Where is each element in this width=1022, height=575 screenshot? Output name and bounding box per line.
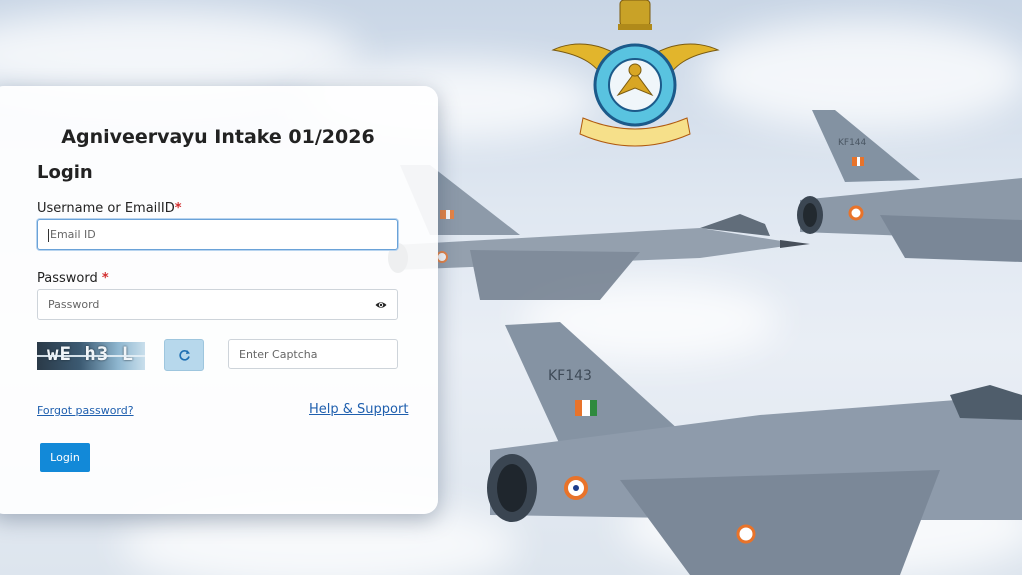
username-label-text: Username or EmailID	[37, 201, 175, 216]
captcha-input[interactable]: Enter Captcha	[228, 339, 398, 369]
jet-middle	[388, 165, 810, 300]
jet-marking-kf144: KF144	[838, 138, 867, 148]
password-placeholder: Password	[48, 298, 100, 311]
jet-bottom: KF143	[487, 322, 1022, 575]
password-label-text: Password	[37, 271, 98, 286]
login-button[interactable]: Login	[40, 443, 90, 472]
username-label: Username or EmailID*	[37, 201, 182, 216]
captcha-image: wE h3 L	[37, 342, 145, 370]
iaf-emblem	[548, 0, 723, 160]
username-input[interactable]: Email ID	[37, 219, 398, 250]
eye-icon[interactable]	[375, 299, 387, 311]
password-input[interactable]: Password	[37, 289, 398, 320]
text-caret	[48, 228, 49, 242]
login-heading: Login	[37, 162, 93, 183]
password-label: Password *	[37, 271, 109, 286]
required-asterisk: *	[101, 271, 109, 286]
captcha-placeholder: Enter Captcha	[239, 348, 318, 361]
jet-marking-kf143: KF143	[548, 368, 592, 384]
refresh-captcha-button[interactable]	[164, 339, 204, 371]
captcha-text: wE h3 L	[47, 343, 135, 365]
forgot-password-link[interactable]: Forgot password?	[37, 404, 134, 417]
jet-top-right: KF144	[797, 110, 1022, 262]
required-asterisk: *	[174, 201, 182, 216]
username-placeholder: Email ID	[50, 228, 96, 241]
help-support-link[interactable]: Help & Support	[309, 402, 408, 417]
refresh-icon	[179, 350, 190, 361]
captcha-noise-line	[37, 355, 145, 357]
page-title: Agniveervayu Intake 01/2026	[61, 126, 375, 148]
